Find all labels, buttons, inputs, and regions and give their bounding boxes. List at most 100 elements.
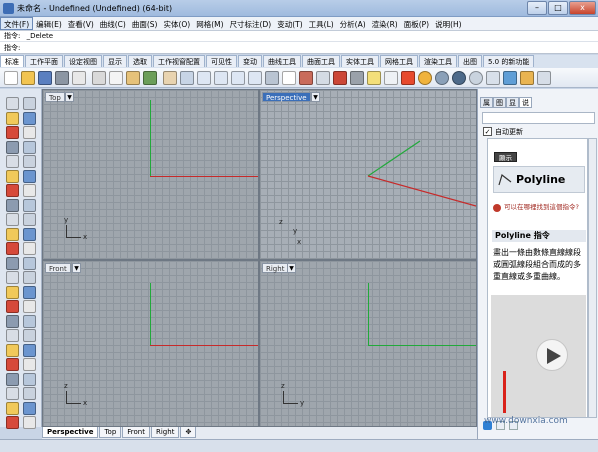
arc-icon[interactable] [6,140,19,154]
object-properties-icon[interactable] [299,71,313,85]
group-icon[interactable] [6,314,19,328]
help-scrollbar[interactable] [588,138,597,418]
line-icon[interactable] [6,111,19,125]
menu-file[interactable]: 文件(F) [0,17,34,30]
extend-icon[interactable] [6,184,19,197]
tab-mesh-tools[interactable]: 网格工具 [380,55,418,67]
video-preview[interactable] [491,295,586,417]
orient-icon[interactable] [6,372,19,386]
tab-display-panel[interactable]: 显 [506,97,519,108]
scale-icon[interactable] [23,343,36,357]
explode-icon[interactable] [23,285,36,299]
viewport-tab-front[interactable]: Front [122,427,150,438]
zoom-window-icon[interactable] [214,71,228,85]
hint-link[interactable]: 可以在哪裡找到這個指令? [504,203,586,212]
tab-render-tools[interactable]: 渲染工具 [419,55,457,67]
polygon-icon[interactable] [23,155,36,168]
menu-mesh[interactable]: 网格(M) [193,18,226,31]
hatch-icon[interactable] [23,387,36,400]
menu-tools[interactable]: 工具(L) [306,18,337,31]
viewport-tab-top[interactable]: Top [99,427,122,438]
viewport-tab-right[interactable]: Right [151,427,180,438]
offset-icon[interactable] [23,184,36,197]
viewport-top-dropdown[interactable]: ▼ [65,92,74,102]
select-all-icon[interactable] [316,71,330,85]
viewport-perspective[interactable]: Perspective ▼ z y x [259,89,477,260]
rectangle-icon[interactable] [6,155,19,168]
select-icon[interactable] [6,97,19,110]
tab-viewport-layout[interactable]: 工作视窗配置 [153,55,205,67]
print-icon[interactable] [55,71,69,85]
block-icon[interactable] [6,416,19,429]
loft-icon[interactable] [23,227,36,241]
array-icon[interactable] [23,358,36,371]
text-icon[interactable] [6,387,19,400]
undo-icon[interactable] [143,71,157,85]
viewport-front-label[interactable]: Front [45,263,71,273]
tab-new-in-v5[interactable]: 5.0 的新功能 [483,55,535,67]
check-icon[interactable] [23,401,36,415]
analyze-icon[interactable] [6,401,19,415]
cut-icon[interactable] [92,71,106,85]
move-icon[interactable] [6,329,19,342]
curve-icon[interactable] [6,126,19,139]
surface-edges-icon[interactable] [6,256,19,270]
auto-update-checkbox[interactable]: ✓ [483,127,492,136]
four-viewports-icon[interactable] [282,71,296,85]
extrude-icon[interactable] [6,227,19,241]
menu-transform[interactable]: 变动(T) [274,18,305,31]
sphere-icon[interactable] [23,198,36,212]
tab-display[interactable]: 显示 [103,55,127,67]
snapshot-icon[interactable] [333,71,347,85]
add-viewport-tab-icon[interactable]: ✥ [180,427,197,438]
toolbox-icon[interactable] [520,71,534,85]
tab-set-view[interactable]: 设定视图 [64,55,102,67]
ghosted-sphere-icon[interactable] [469,71,483,85]
tab-solid-tools[interactable]: 实体工具 [341,55,379,67]
menu-edit[interactable]: 编辑(E) [33,18,65,31]
copy-object-icon[interactable] [23,329,36,342]
point-icon[interactable] [23,97,36,110]
box-icon[interactable] [6,198,19,212]
command-prompt[interactable]: 指令: [0,42,598,54]
render-object-icon[interactable] [23,416,36,429]
rotate-view-icon[interactable] [180,71,194,85]
viewport-right[interactable]: Right ▼ z y [259,260,477,427]
help-icon[interactable] [503,71,517,85]
menu-view[interactable]: 查看(V) [65,18,97,31]
tab-cplanes[interactable]: 工作平面 [25,55,63,67]
zoom-extents-icon[interactable] [231,71,245,85]
rotate-icon[interactable] [6,343,19,357]
cylinder-icon[interactable] [6,213,19,226]
tab-properties[interactable]: 属 [480,97,493,108]
ungroup-icon[interactable] [23,314,36,328]
tab-standard[interactable]: 标准 [0,55,24,67]
color-wheel-icon[interactable] [418,71,432,85]
hide-objects-icon[interactable] [350,71,364,85]
ellipse-icon[interactable] [23,140,36,154]
viewport-front[interactable]: Front ▼ z x [42,260,259,427]
layers-icon[interactable] [384,71,398,85]
viewport-front-dropdown[interactable]: ▼ [72,263,81,273]
mirror-icon[interactable] [6,358,19,371]
dimension-icon[interactable] [23,372,36,386]
zoom-selected-icon[interactable] [248,71,262,85]
menu-panels[interactable]: 面板(P) [401,18,432,31]
show-button[interactable]: 顯示 [494,152,517,162]
tab-curve-tools[interactable]: 曲线工具 [263,55,301,67]
render-icon[interactable] [401,71,415,85]
panel-search-field[interactable] [482,112,595,124]
play-button[interactable] [536,339,568,371]
tab-select[interactable]: 选取 [128,55,152,67]
split-icon[interactable] [23,300,36,313]
tab-transform[interactable]: 变动 [238,55,262,67]
viewport-right-dropdown[interactable]: ▼ [287,263,296,273]
undo-view-icon[interactable] [265,71,279,85]
viewport-top[interactable]: Top ▼ y x [42,89,259,260]
shaded-sphere-icon[interactable] [435,71,449,85]
revolve-icon[interactable] [23,242,36,255]
menu-curve[interactable]: 曲线(C) [97,18,129,31]
viewport-right-label[interactable]: Right [262,263,289,273]
trim-icon[interactable] [6,300,19,313]
viewport-tab-perspective[interactable]: Perspective [42,427,99,438]
